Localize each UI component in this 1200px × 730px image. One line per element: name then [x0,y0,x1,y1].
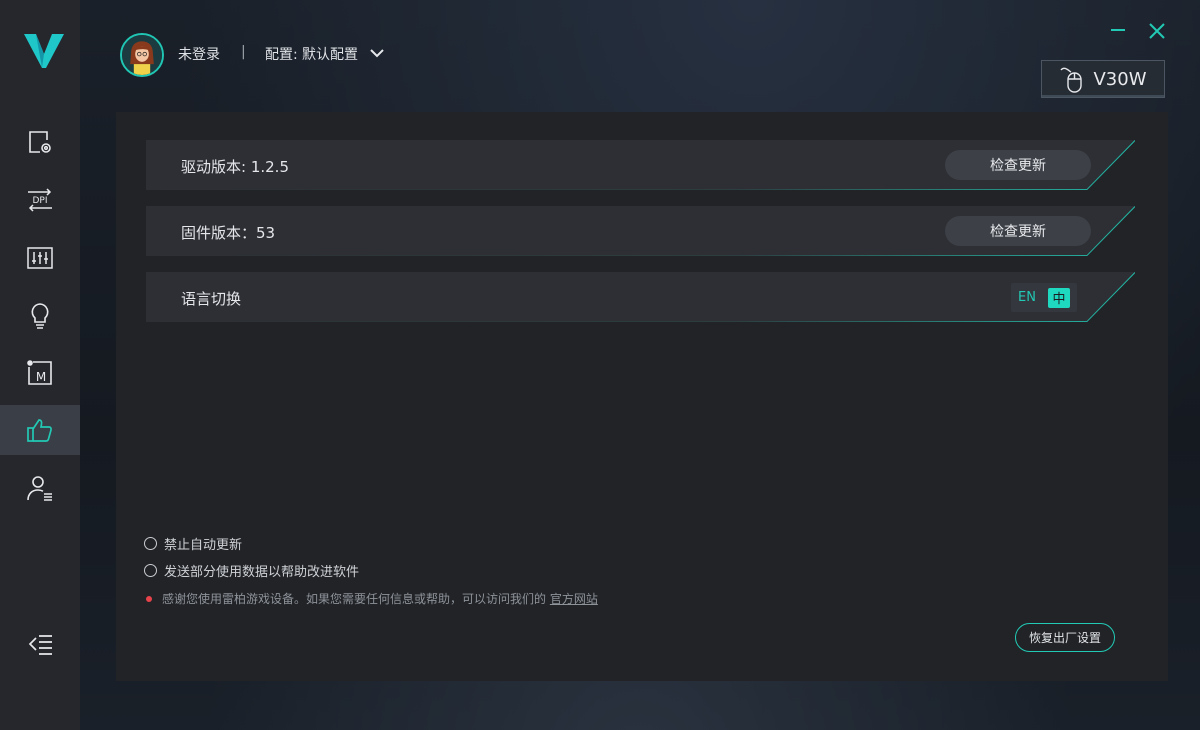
disable-auto-update-label: 禁止自动更新 [164,538,243,553]
sidebar-item-settings-screen[interactable] [0,117,80,167]
language-toggle[interactable]: EN 中 [1011,283,1077,312]
collapse-sidebar-icon[interactable] [27,630,55,658]
language-option-en[interactable]: EN [1018,290,1044,305]
sidebar: DPI M [0,0,80,730]
header-separator: | [241,44,246,60]
firmware-version-label: 固件版本：53 [181,224,276,242]
sidebar-item-performance[interactable] [0,233,80,283]
screen-gear-icon [29,131,51,153]
close-icon[interactable] [1146,20,1168,42]
sidebar-item-dpi[interactable]: DPI [0,175,80,225]
thumbs-up-icon [27,419,52,442]
sidebar-item-macro[interactable]: M [0,348,80,398]
sliders-icon [27,247,53,269]
official-site-link[interactable]: 官方网站 [550,592,598,606]
driver-version-label: 驱动版本: 1.2.5 [181,158,289,176]
radio-circle[interactable] [144,564,157,577]
language-label: 语言切换 [181,290,242,308]
send-usage-data-option[interactable]: 发送部分使用数据以帮助改进软件 [144,561,359,580]
avatar[interactable] [120,33,164,77]
driver-version-row: 驱动版本: 1.2.5 检查更新 [146,140,1135,190]
send-usage-data-label: 发送部分使用数据以帮助改进软件 [164,565,360,580]
language-row: 语言切换 EN 中 [146,272,1135,322]
chevron-down-icon[interactable] [369,45,385,61]
minimize-icon[interactable] [1107,20,1129,42]
mouse-icon [1060,67,1083,93]
device-name: V30W [1093,68,1147,90]
settings-panel: 驱动版本: 1.2.5 检查更新 固件版本：53 检查更新 语言切换 EN 中 … [116,112,1168,681]
macro-icon: M [27,360,52,385]
dpi-icon: DPI [28,188,52,212]
notice: 感谢您使用雷柏游戏设备。如果您需要任何信息或帮助，可以访问我们的 官方网站 [146,590,598,607]
svg-text:DPI: DPI [32,196,47,206]
radio-circle[interactable] [144,537,157,550]
avatar-portrait-icon [122,35,162,75]
lightbulb-icon [31,303,49,329]
user-list-icon [27,476,52,501]
notice-text: 感谢您使用雷柏游戏设备。如果您需要任何信息或帮助，可以访问我们的 [162,592,547,606]
device-selector[interactable]: V30W [1041,60,1165,98]
row-background [146,272,1135,322]
language-option-zh[interactable]: 中 [1048,287,1070,308]
sidebar-item-account[interactable] [0,463,80,513]
brand-logo-icon [24,34,64,68]
notice-dot-icon [146,595,152,602]
firmware-check-update-button[interactable]: 检查更新 [945,216,1091,246]
config-value[interactable]: 默认配置 [302,44,358,64]
disable-auto-update-option[interactable]: 禁止自动更新 [144,534,242,553]
config-label: 配置: [265,47,298,63]
factory-reset-button[interactable]: 恢复出厂设置 [1015,623,1115,652]
svg-text:M: M [36,370,46,384]
login-status[interactable]: 未登录 [178,44,220,64]
firmware-version-row: 固件版本：53 检查更新 [146,206,1135,256]
driver-check-update-button[interactable]: 检查更新 [945,150,1091,180]
sidebar-item-support[interactable] [0,405,80,455]
sidebar-item-lighting[interactable] [0,290,80,340]
